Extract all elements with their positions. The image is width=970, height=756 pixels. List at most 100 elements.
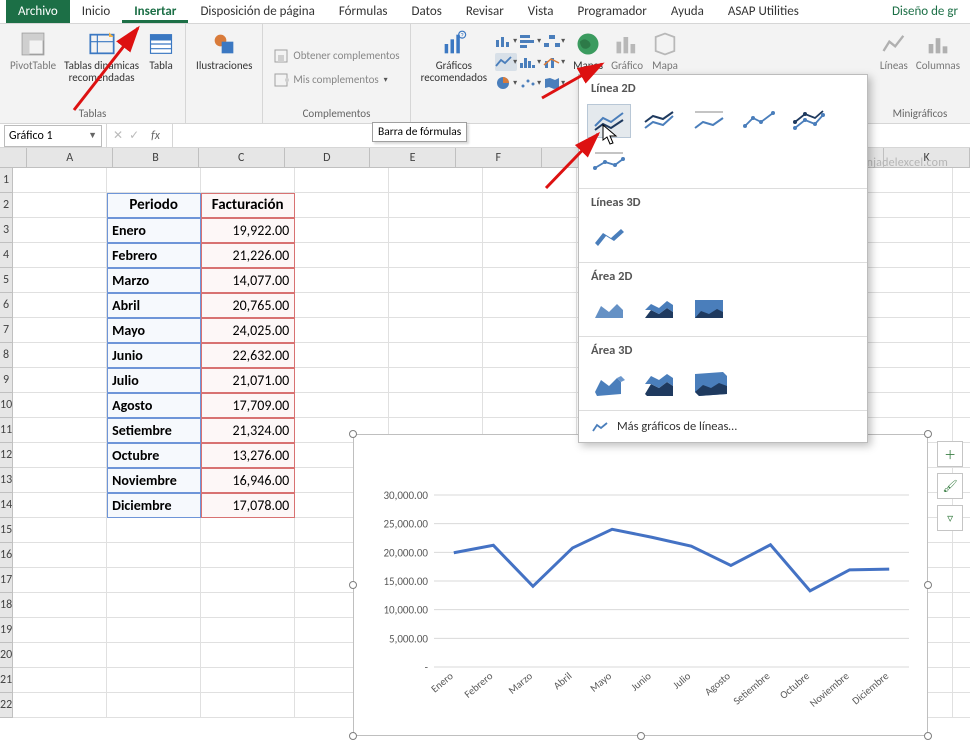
cell[interactable] [953,268,970,293]
tab-data[interactable]: Datos [400,0,454,23]
cell[interactable] [13,668,107,693]
bar-chart-button[interactable]: ▾ [519,32,541,50]
tab-insert[interactable]: Insertar [122,0,188,23]
cell[interactable] [13,493,107,518]
line2d-100stacked-option[interactable] [687,104,731,138]
cell[interactable] [13,693,107,718]
cell[interactable] [953,243,970,268]
cell[interactable] [201,168,295,193]
cell[interactable] [13,268,107,293]
cell[interactable] [107,668,201,693]
cell[interactable] [201,668,295,693]
cell[interactable] [13,543,107,568]
cell[interactable] [13,568,107,593]
line3d-option[interactable] [587,218,631,252]
cell[interactable]: Junio [107,343,201,368]
cell[interactable] [953,218,970,243]
cell[interactable]: Diciembre [107,493,201,518]
cell[interactable] [295,218,389,243]
cell[interactable] [389,243,483,268]
cell[interactable]: Facturación [201,193,295,218]
cell[interactable] [483,343,577,368]
cell[interactable] [107,543,201,568]
cell[interactable] [107,518,201,543]
cell[interactable]: Mayo [107,318,201,343]
tab-asap[interactable]: ASAP Utilities [716,0,811,23]
cell[interactable] [953,418,970,443]
cell[interactable] [953,193,970,218]
my-addins-button[interactable]: Mis complementos ▾ [273,72,387,88]
cell[interactable] [953,318,970,343]
name-box[interactable]: Gráfico 1 ▼ [4,125,102,147]
cell[interactable] [201,543,295,568]
cell[interactable] [859,268,953,293]
cell[interactable] [201,643,295,668]
get-addins-button[interactable]: Obtener complementos [273,48,399,64]
chart-styles-button[interactable]: 🖌 [937,473,963,499]
cell[interactable] [13,243,107,268]
cell[interactable] [295,268,389,293]
cell[interactable] [13,418,107,443]
cell[interactable] [13,218,107,243]
chart-object[interactable]: -5,000.0010,000.0015,000.0020,000.0025,0… [353,434,928,736]
cell[interactable] [13,318,107,343]
cancel-icon[interactable]: ✕ [113,128,123,143]
row-header[interactable]: 20 [0,643,12,668]
combo-chart-button[interactable]: ▾ [543,53,565,71]
cell[interactable] [13,643,107,668]
cell[interactable] [13,518,107,543]
cell[interactable] [13,443,107,468]
resize-handle[interactable] [349,732,357,740]
line2d-markers-option[interactable] [737,104,781,138]
sparkline-line-button[interactable]: Líneas [880,28,908,72]
cell[interactable]: Setiembre [107,418,201,443]
cell[interactable] [295,193,389,218]
row-header[interactable]: 5 [0,268,12,293]
line-chart-button[interactable]: ▾ [495,53,517,71]
row-header[interactable]: 1 [0,168,12,193]
row-header[interactable]: 11 [0,418,12,443]
area2d-100stacked-option[interactable] [687,292,731,326]
hierarchy-chart-button[interactable]: ▾ [543,32,565,50]
chart-elements-button[interactable]: ＋ [937,441,963,467]
cell[interactable] [201,693,295,718]
cell[interactable] [13,293,107,318]
cell[interactable]: 24,025.00 [201,318,295,343]
line2d-stacked-markers-option[interactable] [787,104,831,138]
statistic-chart-button[interactable]: ▾ [519,53,541,71]
select-all-button[interactable] [0,148,27,167]
sparkline-col-button[interactable]: Columnas [916,28,960,72]
cell[interactable] [389,318,483,343]
cell[interactable] [859,318,953,343]
cell[interactable] [107,568,201,593]
chevron-down-icon[interactable]: ▼ [88,130,97,141]
row-header[interactable]: 18 [0,593,12,618]
cell[interactable] [107,168,201,193]
cell[interactable] [483,168,577,193]
cell[interactable]: 21,071.00 [201,368,295,393]
tab-help[interactable]: Ayuda [659,0,716,23]
area3d-simple-option[interactable] [587,366,631,400]
3dmap-button[interactable]: Mapa [651,28,679,72]
cell[interactable] [295,168,389,193]
pivotchart-button[interactable]: Gráfico [611,28,643,72]
cell[interactable]: 16,946.00 [201,468,295,493]
cell[interactable] [953,593,970,618]
col-header[interactable]: A [27,148,113,167]
cell[interactable] [389,343,483,368]
cell[interactable] [483,268,577,293]
cell[interactable] [953,343,970,368]
area3d-100stacked-option[interactable] [687,366,731,400]
cell[interactable] [201,593,295,618]
tab-file[interactable]: Archivo [6,0,70,23]
cell[interactable] [389,268,483,293]
cell[interactable] [953,543,970,568]
cell[interactable] [13,343,107,368]
cell[interactable] [107,593,201,618]
cell[interactable]: 14,077.00 [201,268,295,293]
line2d-100stacked-markers-option[interactable] [587,144,631,178]
row-header[interactable]: 2 [0,193,12,218]
cell[interactable]: Julio [107,368,201,393]
col-header[interactable]: C [199,148,285,167]
cell[interactable] [107,618,201,643]
